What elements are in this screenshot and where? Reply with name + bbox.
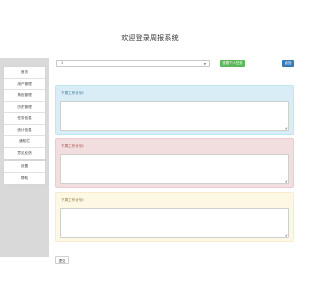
sidebar-item-roles[interactable]: 角色管理 <box>4 90 45 102</box>
chevron-down-icon: ▼ <box>203 62 206 66</box>
sidebar: 首页 用户管理 角色管理 历史管理 任务信息 统计信息 通知栏 意见反馈 设置 … <box>0 58 49 257</box>
plan-textarea[interactable]: ◢ <box>60 154 289 184</box>
sidebar-item-notices[interactable]: 通知栏 <box>4 136 45 148</box>
sidebar-sub-menu: 设置 帮助 <box>3 160 46 185</box>
sidebar-item-feedback[interactable]: 意见反馈 <box>4 148 45 160</box>
panel-label: 下周工作计划： <box>61 198 87 202</box>
plan-panel-danger: 下周工作计划： ◢ <box>55 138 294 188</box>
panel-label: 下周工作计划： <box>61 91 87 95</box>
plan-textarea[interactable]: ◢ <box>60 101 289 131</box>
sidebar-item-settings[interactable]: 设置 <box>4 161 45 173</box>
plan-textarea[interactable]: ◢ <box>60 208 289 238</box>
resize-handle-icon[interactable]: ◢ <box>285 180 287 183</box>
panel-label: 下周工作计划： <box>61 144 87 148</box>
user-select-value: 1 <box>61 61 64 65</box>
sidebar-item-help[interactable]: 帮助 <box>4 173 45 185</box>
resize-handle-icon[interactable]: ◢ <box>285 234 287 237</box>
sidebar-item-users[interactable]: 用户管理 <box>4 79 45 90</box>
sidebar-item-stats[interactable]: 统计信息 <box>4 125 45 136</box>
plan-panel-info: 下周工作计划： ◢ <box>55 85 294 135</box>
resize-handle-icon[interactable]: ◢ <box>285 127 287 130</box>
back-button[interactable]: 返回 <box>282 60 294 67</box>
sidebar-item-tasks[interactable]: 任务信息 <box>4 113 45 125</box>
page-title: 欢迎登录周报系统 <box>121 34 179 42</box>
sidebar-item-home[interactable]: 首页 <box>4 67 45 79</box>
view-tasks-button[interactable]: 查看个人任务 <box>220 60 245 67</box>
sidebar-main-menu: 首页 用户管理 角色管理 历史管理 任务信息 统计信息 通知栏 意见反馈 <box>3 66 46 160</box>
sidebar-item-history[interactable]: 历史管理 <box>4 102 45 113</box>
plan-panel-warning: 下周工作计划： ◢ <box>55 192 294 242</box>
user-select[interactable]: 1 ▼ <box>56 60 210 67</box>
submit-button[interactable]: 提交 <box>55 256 69 264</box>
